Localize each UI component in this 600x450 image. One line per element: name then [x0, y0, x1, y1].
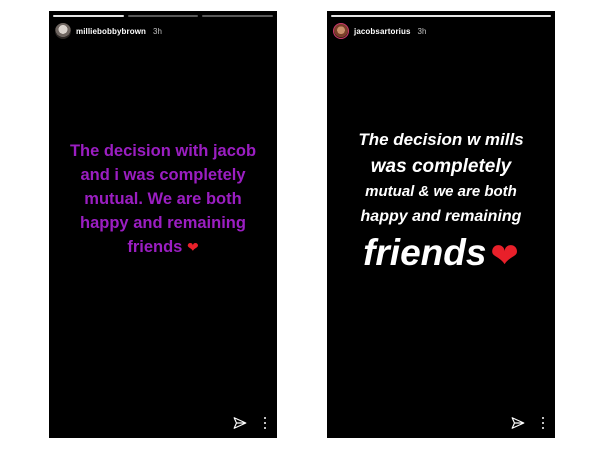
progress-segment	[331, 15, 551, 17]
avatar[interactable]	[55, 23, 71, 39]
more-options-icon[interactable]	[263, 417, 267, 429]
story-timestamp: 3h	[153, 26, 162, 36]
story-timestamp: 3h	[417, 26, 427, 36]
story-header: jacobsartorius 3h	[333, 21, 549, 41]
story-text-line: and i was completely	[80, 166, 246, 184]
progress-segment	[202, 15, 274, 17]
story-text: The decision w mills was completely mutu…	[327, 127, 555, 280]
story-text-word: friends	[363, 232, 487, 273]
send-icon[interactable]	[233, 416, 247, 430]
progress-segment	[53, 15, 124, 17]
avatar[interactable]	[333, 23, 349, 39]
story-text-word: friends	[127, 238, 183, 256]
story-text-line: happy and remaining	[360, 208, 522, 225]
story-progress-bar	[53, 15, 274, 17]
story-progress-bar	[331, 15, 551, 17]
story-text-line: mutual. We are both	[84, 190, 242, 208]
send-icon[interactable]	[511, 416, 525, 430]
story-text-line: happy and remaining	[80, 214, 246, 232]
heart-emoji-icon: ❤	[490, 236, 519, 276]
heart-emoji-icon: ❤	[186, 240, 199, 256]
story-text-line: The decision with jacob	[69, 142, 257, 160]
story-text: The decision with jacob and i was comple…	[49, 139, 277, 260]
story-footer	[233, 416, 267, 430]
story-text-line: was completely	[370, 156, 512, 177]
progress-segment	[127, 15, 199, 17]
story-text-line-last: friends ❤	[49, 235, 277, 260]
story-panel-right[interactable]: jacobsartorius 3h The decision w mills w…	[327, 11, 555, 438]
username[interactable]: jacobsartorius	[354, 27, 411, 36]
story-text-line-last: friends ❤	[327, 229, 555, 280]
story-text-line: The decision w mills	[358, 130, 524, 149]
stories-comparison: milliebobbybrown 3h The decision with ja…	[0, 0, 600, 450]
story-footer	[511, 416, 545, 430]
story-panel-left[interactable]: milliebobbybrown 3h The decision with ja…	[49, 11, 277, 438]
story-header: milliebobbybrown 3h	[55, 21, 271, 41]
more-options-icon[interactable]	[541, 417, 545, 429]
username[interactable]: milliebobbybrown	[76, 27, 146, 36]
story-text-line: mutual & we are both	[365, 183, 517, 200]
